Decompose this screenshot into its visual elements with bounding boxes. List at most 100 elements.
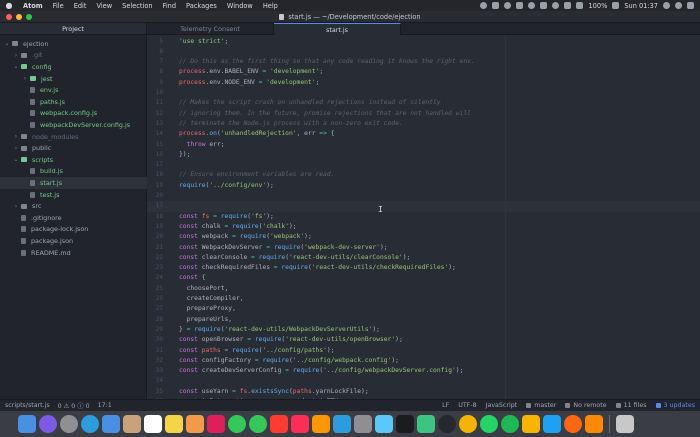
menubar-clock[interactable]: Sun 01:37 bbox=[624, 2, 658, 10]
code-line[interactable]: // terminate the Node.js process with a … bbox=[179, 120, 679, 127]
code-line[interactable]: const chalk = require('chalk'); bbox=[179, 223, 679, 230]
code-line[interactable]: require('../config/env'); bbox=[179, 182, 679, 189]
status-diagnostics[interactable]: 0 ⚠ 0 ⓘ 0 bbox=[58, 401, 90, 410]
finder-icon[interactable] bbox=[18, 415, 36, 433]
status-grammar[interactable]: JavaScript bbox=[486, 402, 518, 409]
tree-file-item[interactable]: package.json bbox=[0, 235, 147, 247]
menu-atom[interactable]: Atom bbox=[18, 2, 48, 10]
menu-file[interactable]: File bbox=[48, 2, 69, 10]
status-branch[interactable]: master bbox=[526, 402, 556, 409]
tree-file-item[interactable]: start.js bbox=[0, 177, 147, 189]
launchpad-icon[interactable] bbox=[60, 415, 78, 433]
notification-center-icon[interactable] bbox=[687, 2, 694, 9]
code-line[interactable]: createCompiler, bbox=[179, 295, 679, 302]
code-line[interactable]: const clearConsole = require('react-dev-… bbox=[179, 254, 679, 261]
tree-file-item[interactable]: paths.js bbox=[0, 96, 147, 108]
atom-icon[interactable] bbox=[417, 415, 435, 433]
status-files[interactable]: 11 files bbox=[615, 402, 647, 409]
tree-file-item[interactable]: webpackDevServer.config.js bbox=[0, 119, 147, 131]
battery-percent[interactable]: 100% bbox=[588, 2, 607, 10]
sketch-icon[interactable] bbox=[522, 415, 540, 433]
status-remote[interactable]: No remote bbox=[565, 402, 607, 409]
slack-icon[interactable] bbox=[207, 415, 225, 433]
chevron-right-icon[interactable]: › bbox=[13, 145, 19, 152]
code-line[interactable]: process.env.NODE_ENV = 'development'; bbox=[179, 79, 679, 86]
code-line[interactable]: const webpack = require('webpack'); bbox=[179, 233, 679, 240]
chrome-icon[interactable] bbox=[459, 415, 477, 433]
contacts-icon[interactable] bbox=[123, 415, 141, 433]
tree-file-item[interactable]: README.md bbox=[0, 247, 147, 259]
code-line[interactable]: // Makes the script crash on unhandled r… bbox=[179, 99, 679, 106]
calendar-icon[interactable] bbox=[144, 415, 162, 433]
tree-folder-item[interactable]: › src bbox=[0, 200, 147, 212]
search-icon[interactable] bbox=[675, 2, 682, 9]
status-file-path[interactable]: scripts/start.js bbox=[5, 402, 50, 409]
app-store-icon[interactable] bbox=[333, 415, 351, 433]
code-line[interactable]: const WebpackDevServer = require('webpac… bbox=[179, 244, 679, 251]
menu-selection[interactable]: Selection bbox=[117, 2, 157, 10]
tree-file-item[interactable]: package-lock.json bbox=[0, 224, 147, 236]
messages-icon[interactable] bbox=[249, 415, 267, 433]
tree-folder-item[interactable]: ⌄ config bbox=[0, 61, 147, 73]
books-icon[interactable] bbox=[312, 415, 330, 433]
status-encoding[interactable]: UTF-8 bbox=[458, 402, 476, 409]
code-line[interactable]: const configFactory = require('../config… bbox=[179, 357, 679, 364]
tree-file-item[interactable]: build.js bbox=[0, 166, 147, 178]
code-editor[interactable]: 5 6 7 8 9 10 11 12 13 14 15 16 17 18 19 20 17 18 19 20 21 22 2… bbox=[147, 35, 700, 399]
trash-icon[interactable] bbox=[616, 415, 634, 433]
vlc-icon[interactable] bbox=[585, 415, 603, 433]
menu-edit[interactable]: Edit bbox=[69, 2, 92, 10]
code-line[interactable]: prepareProxy, bbox=[179, 305, 679, 312]
code-line[interactable]: process.on('unhandledRejection', err => … bbox=[179, 130, 679, 137]
chevron-right-icon[interactable]: › bbox=[22, 75, 28, 82]
chevron-right-icon[interactable]: › bbox=[13, 133, 19, 140]
code-line[interactable]: const useYarn = fs.existsSync(paths.yarn… bbox=[179, 388, 679, 395]
code-line[interactable]: const checkRequiredFiles = require('reac… bbox=[179, 264, 679, 271]
tree-file-item[interactable]: env.js bbox=[0, 84, 147, 96]
tree-folder-item[interactable]: › .git bbox=[0, 50, 147, 62]
terminal-icon[interactable] bbox=[396, 415, 414, 433]
apple-menu-icon[interactable]: ● bbox=[0, 1, 18, 10]
tab-start-js[interactable]: start.js bbox=[274, 23, 401, 35]
menu-view[interactable]: View bbox=[91, 2, 117, 10]
tree-folder-item[interactable]: › public bbox=[0, 142, 147, 154]
code-line[interactable]: const createDevServerConfig = require('.… bbox=[179, 367, 679, 374]
code-line[interactable]: prepareUrls, bbox=[179, 316, 679, 323]
tree-folder-item[interactable]: › jest bbox=[0, 73, 147, 85]
zoom-window-button[interactable] bbox=[26, 14, 32, 20]
mail-icon[interactable] bbox=[102, 415, 120, 433]
code-line[interactable]: } = require('react-dev-utils/WebpackDevS… bbox=[179, 326, 679, 333]
tweetbot-icon[interactable] bbox=[543, 415, 561, 433]
code-line[interactable]: // ignoring them. In the future, promise… bbox=[179, 110, 679, 117]
code-line[interactable]: // Ensure environment variables are read… bbox=[179, 171, 679, 178]
code-line[interactable]: choosePort, bbox=[179, 285, 679, 292]
code-line[interactable]: const openBrowser = require('react-dev-u… bbox=[179, 336, 679, 343]
status-app-icon[interactable] bbox=[516, 2, 524, 9]
notes-icon[interactable] bbox=[165, 415, 183, 433]
status-app-icon[interactable] bbox=[504, 2, 512, 9]
status-app-icon[interactable] bbox=[492, 2, 500, 9]
menu-find[interactable]: Find bbox=[158, 2, 182, 10]
status-cursor-position[interactable]: 17:1 bbox=[98, 402, 112, 409]
tree-file-item[interactable]: .gitignore bbox=[0, 212, 147, 224]
tree-folder-item[interactable]: › node_modules bbox=[0, 131, 147, 143]
code-line[interactable]: const { bbox=[179, 274, 679, 281]
news-icon[interactable] bbox=[270, 415, 288, 433]
chevron-down-icon[interactable]: ⌄ bbox=[4, 40, 10, 47]
xcode-icon[interactable] bbox=[375, 415, 393, 433]
volume-icon[interactable] bbox=[576, 2, 584, 9]
tree-header[interactable]: Project bbox=[0, 23, 146, 35]
code-line[interactable]: process.env.BABEL_ENV = 'development'; bbox=[179, 68, 679, 75]
chevron-right-icon[interactable]: › bbox=[13, 52, 19, 59]
system-preferences-icon[interactable] bbox=[354, 415, 372, 433]
code-line[interactable]: const fs = require('fs'); bbox=[179, 213, 679, 220]
status-updates[interactable]: 3 updates bbox=[655, 402, 695, 409]
chevron-right-icon[interactable]: › bbox=[13, 203, 19, 210]
siri-icon[interactable] bbox=[39, 415, 57, 433]
tree-file-item[interactable]: test.js bbox=[0, 189, 147, 201]
menu-window[interactable]: Window bbox=[222, 2, 258, 10]
wifi-icon[interactable] bbox=[564, 2, 572, 9]
facetime-icon[interactable] bbox=[228, 415, 246, 433]
status-app-icon[interactable] bbox=[480, 2, 488, 9]
code-line[interactable]: // Do this as the first thing so that an… bbox=[179, 58, 679, 65]
